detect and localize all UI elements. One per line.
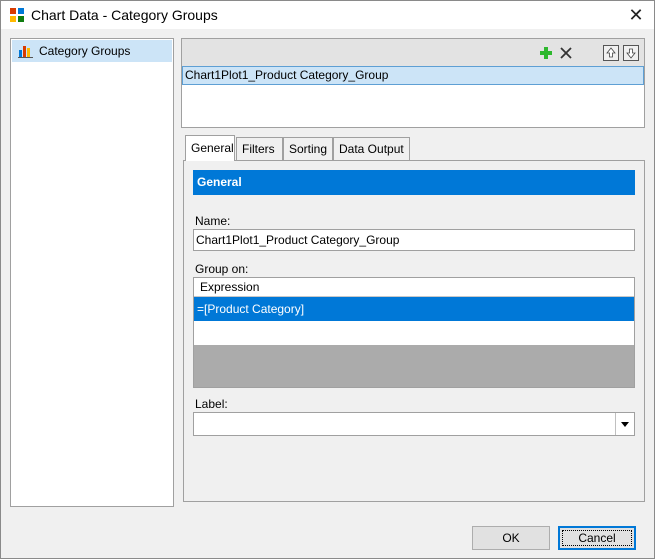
- app-icon: [10, 8, 24, 22]
- name-field[interactable]: Chart1Plot1_Product Category_Group: [193, 229, 635, 251]
- grid-new-row[interactable]: [194, 321, 634, 345]
- section-header: General: [193, 170, 635, 195]
- add-icon: [540, 47, 552, 59]
- chart-data-dialog: Chart Data - Category Groups ✕ Category …: [0, 0, 655, 559]
- general-tab-panel: General Name: Chart1Plot1_Product Catego…: [183, 160, 645, 502]
- add-group-button[interactable]: [537, 44, 555, 62]
- group-on-grid: Expression =[Product Category]: [193, 277, 635, 388]
- ok-button[interactable]: OK: [472, 526, 550, 550]
- close-button[interactable]: ✕: [618, 1, 654, 29]
- group-on-label: Group on:: [195, 262, 249, 276]
- move-up-icon: [603, 45, 619, 61]
- delete-group-button[interactable]: [557, 44, 575, 62]
- label-combobox[interactable]: [193, 412, 635, 436]
- label-label: Label:: [195, 397, 228, 411]
- cancel-button[interactable]: Cancel: [558, 526, 636, 550]
- tab-filters[interactable]: Filters: [236, 137, 283, 161]
- name-label: Name:: [195, 214, 231, 228]
- group-list-item[interactable]: Chart1Plot1_Product Category_Group: [182, 66, 644, 85]
- close-icon: ✕: [628, 4, 644, 25]
- window-title: Chart Data - Category Groups: [31, 7, 218, 23]
- tree-item-label: Category Groups: [39, 44, 131, 58]
- tree-panel: Category Groups: [10, 38, 174, 507]
- title-bar: Chart Data - Category Groups ✕: [1, 1, 654, 29]
- tree-item-category-groups[interactable]: Category Groups: [12, 40, 172, 62]
- tab-data-output[interactable]: Data Output: [333, 137, 410, 161]
- chart-bars-icon: [18, 46, 33, 58]
- move-up-button[interactable]: [602, 44, 620, 62]
- move-down-button[interactable]: [622, 44, 640, 62]
- move-down-icon: [623, 45, 639, 61]
- group-toolbar: [182, 39, 644, 66]
- dropdown-button[interactable]: [615, 413, 634, 435]
- grid-column-header[interactable]: Expression: [194, 278, 634, 297]
- tab-general[interactable]: General: [185, 135, 235, 161]
- grid-row[interactable]: =[Product Category]: [194, 297, 634, 321]
- group-list: Chart1Plot1_Product Category_Group: [181, 38, 645, 128]
- delete-icon: [560, 47, 572, 59]
- tab-sorting[interactable]: Sorting: [283, 137, 333, 161]
- chevron-down-icon: [621, 421, 629, 427]
